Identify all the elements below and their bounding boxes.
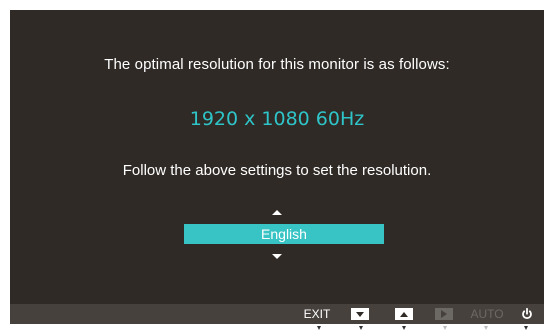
power-key-marker	[524, 326, 528, 330]
exit-label: EXIT	[303, 307, 331, 321]
up-button[interactable]	[393, 304, 415, 324]
chevron-down-icon	[272, 254, 282, 259]
osd-dialog: The optimal resolution for this monitor …	[10, 10, 544, 304]
auto-key-marker	[484, 326, 488, 330]
auto-button[interactable]: AUTO	[470, 304, 504, 324]
instruction-message: Follow the above settings to set the res…	[122, 162, 432, 179]
down-icon	[351, 308, 369, 320]
up-icon	[395, 308, 413, 320]
enter-icon	[435, 308, 453, 320]
enter-button[interactable]	[433, 304, 455, 324]
down-button[interactable]	[349, 304, 371, 324]
up-key-marker	[402, 326, 406, 330]
enter-key-marker	[443, 326, 447, 330]
auto-label: AUTO	[470, 307, 504, 321]
exit-button[interactable]: EXIT	[303, 304, 331, 324]
recommended-resolution: 1920 x 1080 60Hz	[189, 108, 365, 130]
down-key-marker	[359, 326, 363, 330]
chevron-up-icon	[272, 210, 282, 215]
power-icon	[522, 308, 532, 320]
power-button[interactable]	[518, 304, 536, 324]
optimal-resolution-message: The optimal resolution for this monitor …	[104, 56, 450, 73]
language-down-arrow[interactable]	[10, 254, 544, 259]
button-bar: EXIT AUTO	[10, 304, 544, 324]
exit-key-marker	[317, 326, 321, 330]
language-selector[interactable]: English	[184, 224, 384, 244]
language-up-arrow[interactable]	[10, 210, 544, 215]
